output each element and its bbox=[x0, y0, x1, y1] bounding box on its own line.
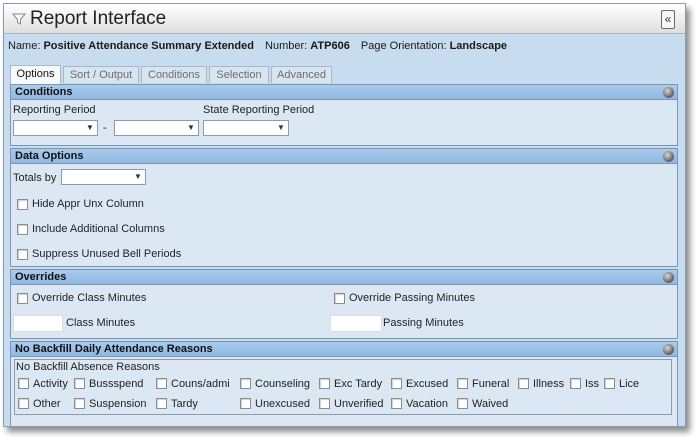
data-options-panel: Data Options Totals by ▼ Hide Appr Unx C… bbox=[10, 148, 678, 267]
passing-minutes-input[interactable] bbox=[330, 315, 382, 332]
override-class-minutes-label: Override Class Minutes bbox=[32, 292, 147, 304]
chevron-down-icon: ▼ bbox=[86, 123, 94, 132]
reporting-period-label: Reporting Period bbox=[13, 104, 96, 116]
reason-exc-tardy-checkbox[interactable] bbox=[319, 378, 330, 389]
hide-appr-unx-label: Hide Appr Unx Column bbox=[32, 198, 144, 210]
reason-funeral-checkbox[interactable] bbox=[457, 378, 468, 389]
tab-sort-output[interactable]: Sort / Output bbox=[63, 66, 139, 83]
tab-selection[interactable]: Selection bbox=[209, 66, 269, 83]
reporting-period-to-select[interactable]: ▼ bbox=[114, 120, 199, 136]
hide-appr-unx-checkbox[interactable] bbox=[17, 199, 28, 210]
reason-counseling-checkbox[interactable] bbox=[240, 378, 251, 389]
overrides-panel: Overrides Override Class Minutes Overrid… bbox=[10, 269, 678, 339]
reason-other-checkbox[interactable] bbox=[18, 398, 29, 409]
reason-excused-checkbox[interactable] bbox=[391, 378, 402, 389]
suppress-unused-bell-periods-label: Suppress Unused Bell Periods bbox=[32, 248, 182, 260]
conditions-title: Conditions bbox=[15, 86, 73, 98]
no-backfill-header[interactable]: No Backfill Daily Attendance Reasons bbox=[11, 342, 677, 357]
reason-vacation-label: Vacation bbox=[406, 398, 448, 410]
data-options-title: Data Options bbox=[15, 150, 84, 162]
chevron-down-icon: ▼ bbox=[187, 123, 195, 132]
overrides-header[interactable]: Overrides bbox=[11, 270, 677, 285]
include-additional-columns-checkbox[interactable] bbox=[17, 224, 28, 235]
reason-waived-label: Waived bbox=[472, 398, 509, 410]
collapse-toggle-icon[interactable] bbox=[663, 344, 674, 355]
reason-bussspend-checkbox[interactable] bbox=[74, 378, 85, 389]
collapse-icon[interactable]: « bbox=[661, 10, 675, 29]
tab-advanced[interactable]: Advanced bbox=[271, 66, 332, 83]
override-passing-minutes-label: Override Passing Minutes bbox=[349, 292, 475, 304]
reason-unverified-label: Unverified bbox=[334, 398, 384, 410]
collapse-toggle-icon[interactable] bbox=[663, 272, 674, 283]
state-reporting-period-label: State Reporting Period bbox=[203, 104, 315, 116]
collapse-toggle-icon[interactable] bbox=[663, 151, 674, 162]
reason-illness-checkbox[interactable] bbox=[518, 378, 529, 389]
reason-bussspend-label: Bussspend bbox=[89, 378, 144, 390]
collapse-toggle-icon[interactable] bbox=[663, 87, 674, 98]
overrides-title: Overrides bbox=[15, 271, 67, 283]
title-bar: Report Interface « bbox=[4, 4, 685, 34]
name-label: Name: bbox=[8, 40, 41, 52]
reason-unverified-checkbox[interactable] bbox=[319, 398, 330, 409]
reason-other-label: Other bbox=[33, 398, 61, 410]
tab-conditions[interactable]: Conditions bbox=[141, 66, 207, 83]
class-minutes-input[interactable] bbox=[13, 315, 63, 332]
report-name: Positive Attendance Summary Extended bbox=[43, 40, 254, 52]
reason-waived-checkbox[interactable] bbox=[457, 398, 468, 409]
chevron-down-icon: ▼ bbox=[277, 123, 285, 132]
reason-activity-label: Activity bbox=[33, 378, 68, 390]
range-separator: - bbox=[103, 122, 107, 134]
passing-minutes-label: Passing Minutes bbox=[383, 317, 464, 329]
report-info-bar: Name: Positive Attendance Summary Extend… bbox=[8, 40, 507, 52]
no-backfill-panel: No Backfill Daily Attendance Reasons No … bbox=[10, 341, 678, 426]
totals-by-label: Totals by bbox=[13, 172, 57, 184]
reporting-period-from-select[interactable]: ▼ bbox=[13, 120, 98, 136]
reason-lice-label: Lice bbox=[619, 378, 640, 390]
reason-couns-admi-checkbox[interactable] bbox=[156, 378, 167, 389]
reason-exc-tardy-label: Exc Tardy bbox=[334, 378, 383, 390]
reason-activity-checkbox[interactable] bbox=[18, 378, 29, 389]
no-backfill-body: No Backfill Absence Reasons Activity Bus… bbox=[11, 357, 677, 426]
reason-funeral-label: Funeral bbox=[472, 378, 510, 390]
report-number: ATP606 bbox=[310, 40, 350, 52]
override-class-minutes-checkbox[interactable] bbox=[17, 293, 28, 304]
no-backfill-absence-reasons-group: No Backfill Absence Reasons Activity Bus… bbox=[14, 359, 672, 415]
conditions-panel: Conditions Reporting Period ▼ - ▼ State … bbox=[10, 84, 678, 146]
number-label: Number: bbox=[265, 40, 308, 52]
reason-excused-label: Excused bbox=[406, 378, 449, 390]
reason-tardy-label: Tardy bbox=[171, 398, 198, 410]
conditions-body: Reporting Period ▼ - ▼ State Reporting P… bbox=[11, 100, 677, 145]
reason-unexcused-checkbox[interactable] bbox=[240, 398, 251, 409]
reason-unexcused-label: Unexcused bbox=[255, 398, 311, 410]
page-orientation: Landscape bbox=[449, 40, 508, 52]
state-reporting-period-select[interactable]: ▼ bbox=[203, 120, 289, 136]
window-title: Report Interface bbox=[30, 8, 167, 29]
override-passing-minutes-checkbox[interactable] bbox=[334, 293, 345, 304]
filter-icon[interactable] bbox=[12, 12, 26, 26]
totals-by-select[interactable]: ▼ bbox=[61, 169, 146, 185]
no-backfill-absence-reasons-label: No Backfill Absence Reasons bbox=[16, 361, 160, 373]
orientation-label: Page Orientation: bbox=[360, 40, 447, 52]
data-options-header[interactable]: Data Options bbox=[11, 149, 677, 164]
reason-lice-checkbox[interactable] bbox=[604, 378, 615, 389]
report-interface-window: Report Interface « Name: Positive Attend… bbox=[3, 3, 686, 427]
reason-tardy-checkbox[interactable] bbox=[156, 398, 167, 409]
reason-counseling-label: Counseling bbox=[255, 378, 311, 390]
suppress-unused-bell-periods-checkbox[interactable] bbox=[17, 249, 28, 260]
reason-couns-admi-label: Couns/admi bbox=[171, 378, 230, 390]
chevron-down-icon: ▼ bbox=[134, 172, 142, 181]
reason-vacation-checkbox[interactable] bbox=[391, 398, 402, 409]
reason-illness-label: Illness bbox=[533, 378, 565, 390]
data-options-body: Totals by ▼ Hide Appr Unx Column Include… bbox=[11, 164, 677, 266]
class-minutes-label: Class Minutes bbox=[66, 317, 136, 329]
include-additional-columns-label: Include Additional Columns bbox=[32, 223, 165, 235]
conditions-header[interactable]: Conditions bbox=[11, 85, 677, 100]
tab-options[interactable]: Options bbox=[10, 65, 61, 84]
reason-iss-label: Iss bbox=[585, 378, 600, 390]
no-backfill-title: No Backfill Daily Attendance Reasons bbox=[15, 343, 213, 355]
reason-suspension-label: Suspension bbox=[89, 398, 147, 410]
overrides-body: Override Class Minutes Override Passing … bbox=[11, 285, 677, 338]
reason-iss-checkbox[interactable] bbox=[570, 378, 581, 389]
reason-suspension-checkbox[interactable] bbox=[74, 398, 85, 409]
